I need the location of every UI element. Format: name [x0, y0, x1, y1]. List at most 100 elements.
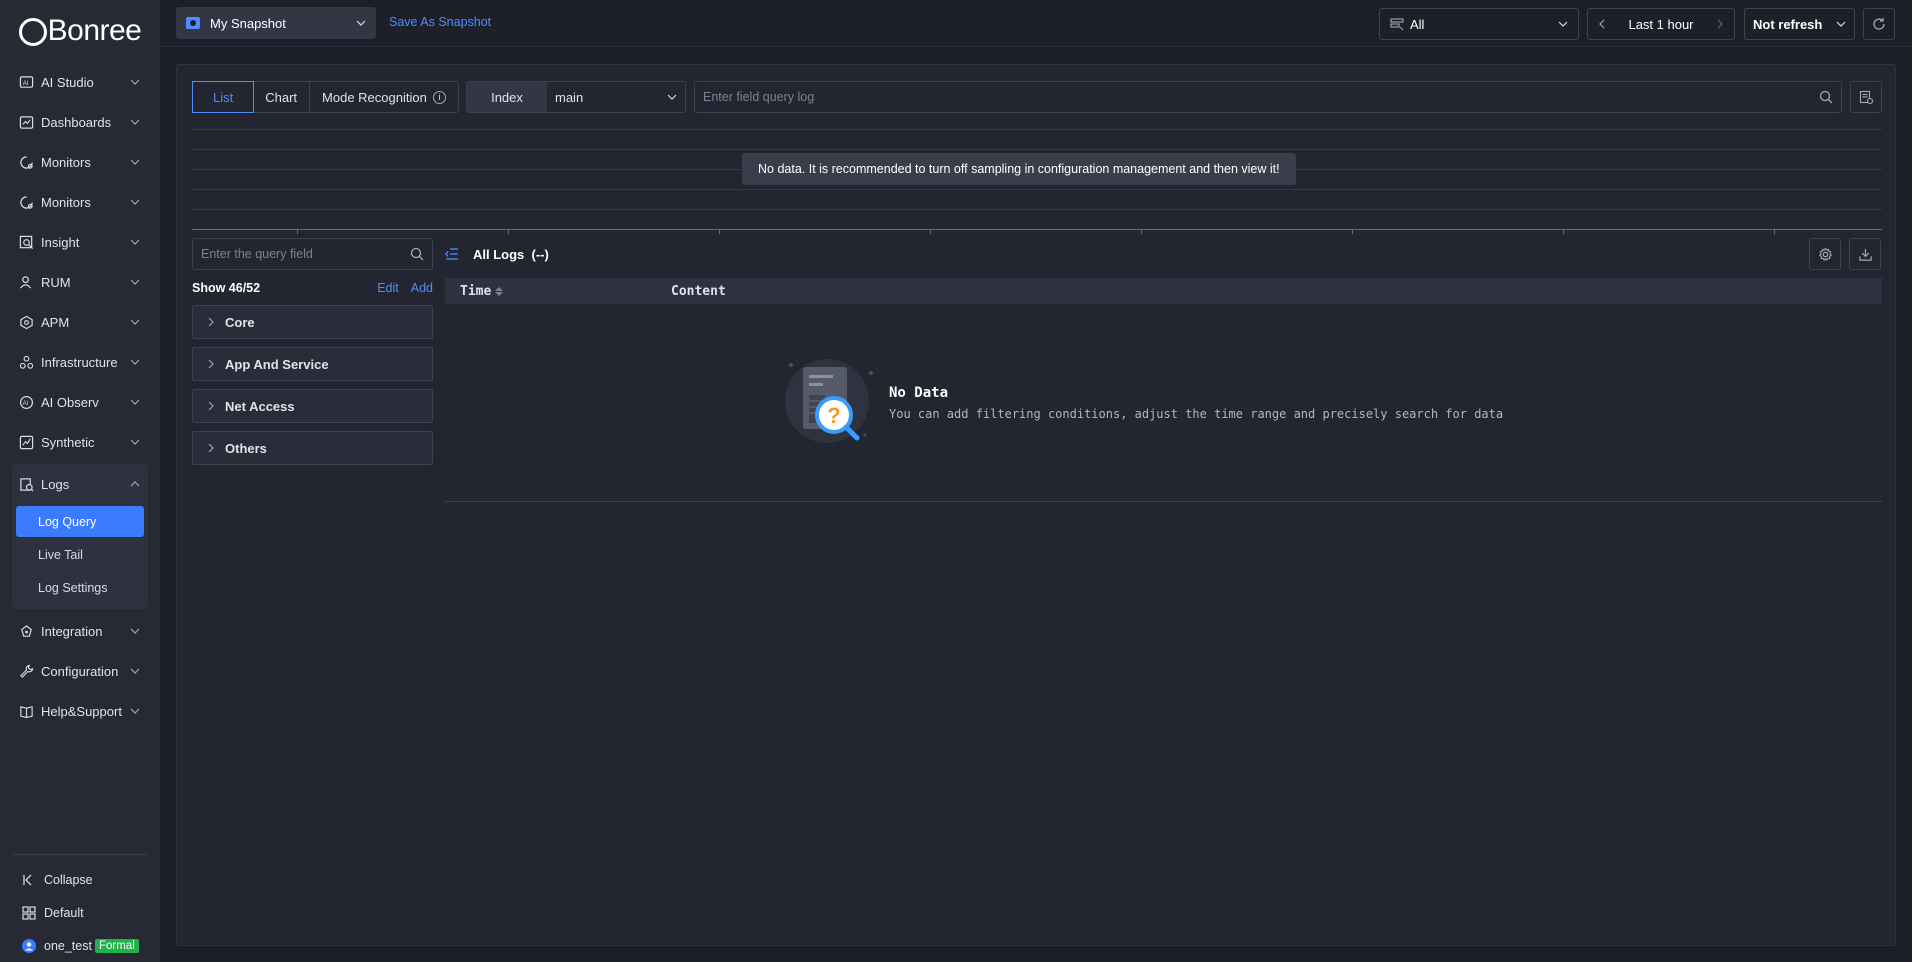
tab-list[interactable]: List: [192, 81, 255, 113]
tab-mode-recognition[interactable]: Mode Recognition i: [310, 82, 458, 112]
sidebar-item-monitors[interactable]: Monitors: [0, 182, 160, 222]
apm-icon: [19, 315, 34, 330]
query-history-icon: [1859, 90, 1873, 104]
log-settings-button[interactable]: [1809, 238, 1841, 270]
refresh-button[interactable]: [1863, 8, 1895, 40]
chevron-down-icon: [130, 199, 140, 205]
download-icon: [1858, 248, 1872, 261]
chevron-right-icon[interactable]: [1716, 19, 1724, 29]
index-value: main: [555, 89, 584, 105]
refresh-interval-select[interactable]: Not refresh: [1744, 8, 1855, 40]
field-search-input[interactable]: [201, 247, 410, 261]
refresh-icon: [1873, 18, 1885, 30]
table-divider: [445, 501, 1882, 502]
tab-chart[interactable]: Chart: [253, 82, 311, 112]
grid-line: [192, 189, 1882, 190]
time-range-label: Last 1 hour: [1628, 16, 1694, 32]
info-icon[interactable]: i: [432, 90, 446, 104]
logo-mark-icon: [18, 18, 47, 46]
x-axis-tick: [719, 229, 720, 234]
field-group-app-and-service[interactable]: App And Service: [192, 347, 433, 381]
sidebar-item-label: Help&Support: [41, 703, 122, 719]
sidebar: Bonree AI AI Studio Dashboards Monitors Moni…: [0, 0, 160, 962]
sidebar-item-infrastructure[interactable]: Infrastructure: [0, 342, 160, 382]
edit-fields-link[interactable]: Edit: [377, 281, 399, 295]
chevron-right-icon: [208, 360, 214, 368]
empty-state-title: No Data: [889, 385, 949, 401]
collapse-button[interactable]: Collapse: [12, 863, 148, 896]
chevron-down-icon: [667, 94, 677, 100]
refresh-label: Not refresh: [1753, 16, 1823, 32]
app-filter-select[interactable]: All: [1379, 8, 1579, 40]
empty-state-description: You can add filtering conditions, adjust…: [889, 407, 1504, 421]
time-range-picker[interactable]: Last 1 hour: [1587, 8, 1735, 40]
all-logs-count: (--): [531, 246, 549, 262]
sidebar-item-dashboards[interactable]: Dashboards: [0, 102, 160, 142]
user-menu[interactable]: one_test Formal: [12, 929, 148, 962]
chevron-left-icon[interactable]: [1598, 19, 1606, 29]
sidebar-item-integration[interactable]: Integration: [0, 611, 160, 651]
chevron-down-icon: [130, 708, 140, 714]
log-query-input[interactable]: [703, 90, 1819, 104]
save-as-snapshot-link[interactable]: Save As Snapshot: [389, 15, 491, 29]
field-group-net-access[interactable]: Net Access: [192, 389, 433, 423]
chevron-down-icon: [130, 668, 140, 674]
sidebar-item-monitors[interactable]: Monitors: [0, 142, 160, 182]
default-label: Default: [44, 905, 84, 920]
sidebar-item-logs[interactable]: Logs: [12, 464, 148, 504]
monitor-icon: [19, 195, 34, 210]
synthetic-icon: [19, 435, 34, 450]
collapse-fields-icon[interactable]: [445, 248, 459, 260]
field-group-label: App And Service: [225, 356, 329, 372]
insight-icon: [19, 235, 34, 250]
sidebar-item-label: Monitors: [41, 194, 91, 210]
user-name: one_test: [44, 938, 92, 953]
download-button[interactable]: [1849, 238, 1881, 270]
tab-mode-recognition-label: Mode Recognition: [322, 89, 427, 105]
sidebar-item-label: AI Observ: [41, 394, 99, 410]
field-group-label: Net Access: [225, 398, 295, 414]
sidebar-item-insight[interactable]: Insight: [0, 222, 160, 262]
sidebar-item-help-support[interactable]: Help&Support: [0, 691, 160, 731]
x-axis-tick: [930, 229, 931, 234]
sidebar-subitem-log-settings[interactable]: Log Settings: [16, 572, 144, 603]
grid-line: [192, 129, 1882, 130]
sidebar-subitem-log-query[interactable]: Log Query: [16, 506, 144, 537]
search-icon[interactable]: [410, 247, 424, 261]
sidebar-item-ai-studio[interactable]: AI AI Studio: [0, 62, 160, 102]
chevron-down-icon: [1558, 21, 1568, 27]
x-axis-tick: [1563, 229, 1564, 234]
column-time-label: Time: [460, 283, 492, 299]
field-group-core[interactable]: Core: [192, 305, 433, 339]
snapshot-select[interactable]: My Snapshot: [176, 7, 376, 39]
sort-icon[interactable]: [495, 286, 504, 296]
gear-icon: [1818, 247, 1832, 261]
chevron-up-icon: [130, 481, 140, 487]
x-axis-tick: [1352, 229, 1353, 234]
chevron-right-icon: [208, 402, 214, 410]
column-header-time[interactable]: Time: [445, 284, 671, 299]
sidebar-item-synthetic[interactable]: Synthetic: [0, 422, 160, 462]
x-axis-tick: [508, 229, 509, 234]
default-layout-button[interactable]: Default: [12, 896, 148, 929]
brand-logo[interactable]: Bonree: [0, 0, 160, 62]
query-history-button[interactable]: [1850, 81, 1882, 113]
app-root: Bonree AI AI Studio Dashboards Monitors Moni…: [0, 0, 1912, 962]
sidebar-item-apm[interactable]: APM: [0, 302, 160, 342]
sidebar-item-rum[interactable]: RUM: [0, 262, 160, 302]
log-query-input-box: [694, 81, 1842, 113]
index-value-dropdown[interactable]: main: [547, 82, 685, 112]
grid-line: [192, 149, 1882, 150]
index-select[interactable]: Index main: [466, 81, 686, 113]
field-group-others[interactable]: Others: [192, 431, 433, 465]
sidebar-item-ai-observ[interactable]: AI AI Observ: [0, 382, 160, 422]
sidebar-subitem-live-tail[interactable]: Live Tail: [16, 539, 144, 570]
search-icon[interactable]: [1819, 90, 1833, 104]
camera-icon: [186, 17, 200, 29]
sidebar-item-configuration[interactable]: Configuration: [0, 651, 160, 691]
log-histogram: No data. It is recommended to turn off s…: [192, 129, 1882, 235]
chevron-down-icon: [130, 119, 140, 125]
chevron-right-icon: [208, 444, 214, 452]
add-field-link[interactable]: Add: [411, 281, 433, 295]
top-bar: My Snapshot Save As Snapshot All Last 1 …: [160, 0, 1912, 47]
